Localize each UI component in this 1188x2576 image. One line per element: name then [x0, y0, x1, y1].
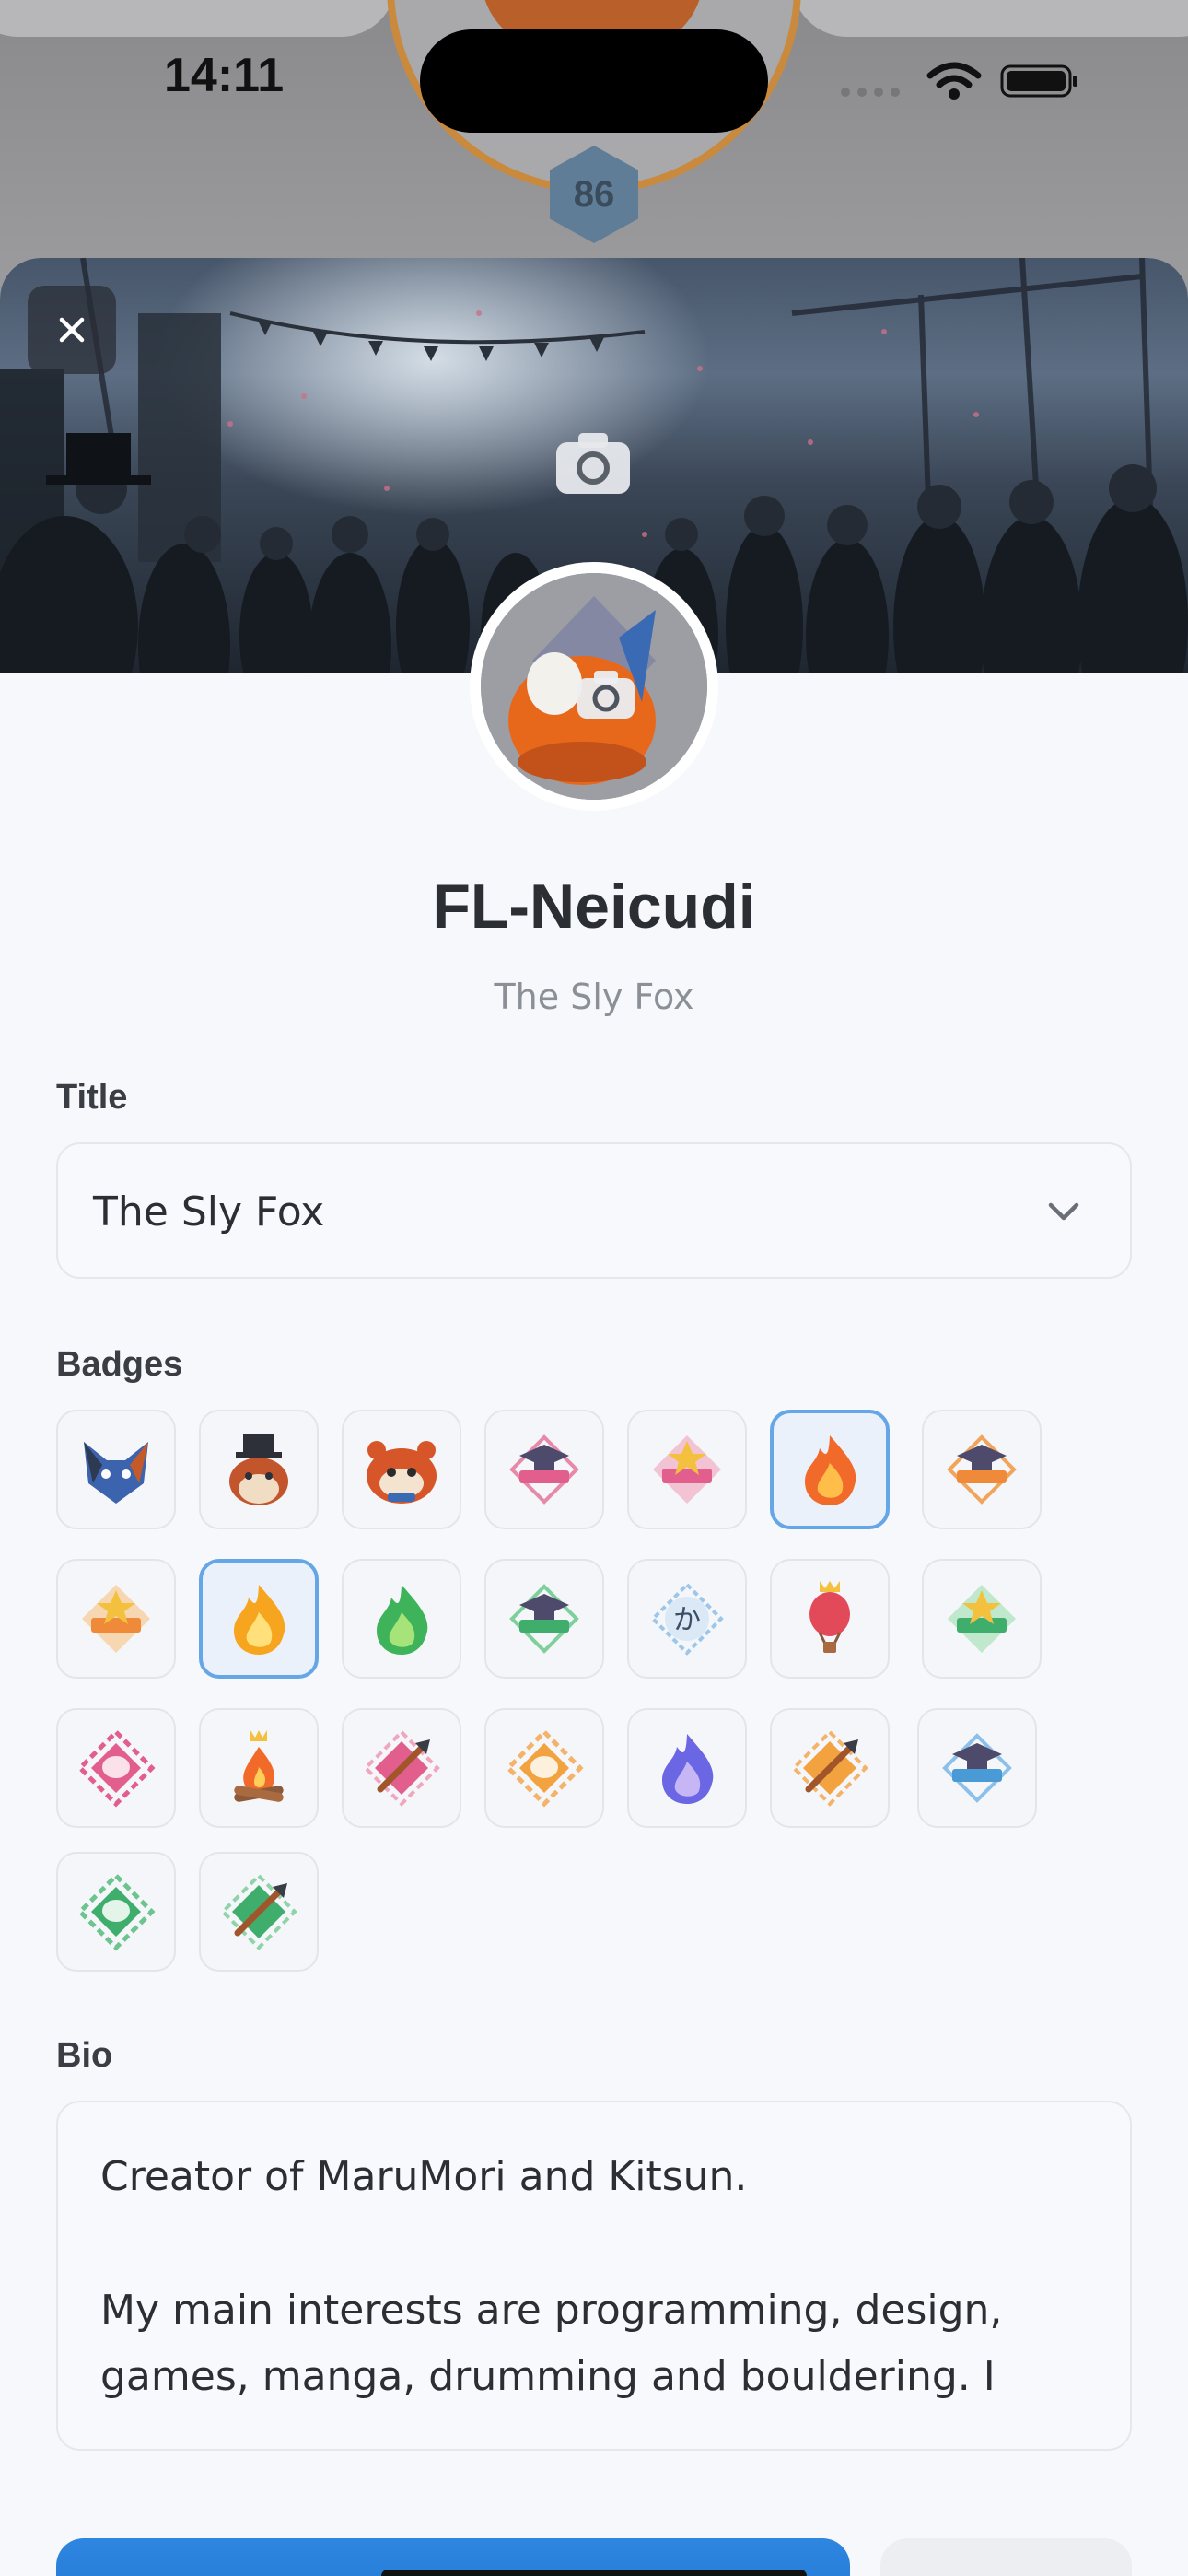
bio-section-label: Bio: [56, 2036, 113, 2075]
status-time: 14:11: [164, 49, 285, 102]
badge-blue-graduation-cap[interactable]: [917, 1708, 1037, 1828]
pink-star-badge-icon: [653, 1435, 721, 1504]
status-icons: [840, 57, 1079, 103]
profile-subtitle: The Sly Fox: [494, 977, 694, 1017]
orange-graduation-cap-badge-icon: [947, 1434, 1017, 1505]
badge-red-panda-top-hat[interactable]: [199, 1410, 319, 1529]
pink-graduation-cap-badge-icon: [509, 1434, 579, 1505]
badge-purple-flame[interactable]: [627, 1708, 747, 1828]
badge-orange-star[interactable]: [56, 1559, 176, 1679]
bio-line: games, manga, drumming and bouldering. I: [100, 2353, 996, 2400]
title-section-label: Title: [56, 1078, 128, 1117]
badge-red-panda[interactable]: [342, 1410, 461, 1529]
home-indicator: [381, 2570, 807, 2576]
cover-camera-icon[interactable]: [556, 431, 630, 494]
badge-orange-graduation-cap[interactable]: [922, 1410, 1042, 1529]
background-card-left: [0, 0, 396, 37]
yellow-flame-badge-icon: [234, 1585, 285, 1655]
badge-yellow-flame[interactable]: [199, 1559, 319, 1679]
bio-line: My main interests are programming, desig…: [100, 2287, 1003, 2334]
orange-speech-bubble-badge-icon: [505, 1728, 584, 1808]
secondary-button[interactable]: [880, 2538, 1132, 2576]
orange-brush-badge-icon: [791, 1729, 868, 1807]
battery-icon: [1000, 64, 1077, 98]
purple-flame-badge-icon: [662, 1734, 714, 1804]
badge-hot-air-balloon[interactable]: [770, 1559, 890, 1679]
cellular-signal-icon: [841, 62, 1077, 100]
username: FL-Neicudi: [432, 872, 756, 942]
blue-graduation-cap-badge-icon: [942, 1733, 1012, 1803]
badge-green-speech-bubble[interactable]: [56, 1852, 176, 1972]
avatar[interactable]: [470, 562, 718, 811]
wifi-icon: [926, 62, 982, 100]
badge-green-star[interactable]: [922, 1559, 1042, 1679]
avatar-camera-icon[interactable]: [577, 669, 635, 719]
blue-fox-mask-badge-icon: [84, 1442, 148, 1504]
green-star-badge-icon: [948, 1585, 1016, 1653]
badge-green-graduation-cap[interactable]: [484, 1559, 604, 1679]
edit-profile-sheet: FL-Neicudi The Sly Fox Title The Sly Fox…: [0, 258, 1188, 2576]
pink-brush-badge-icon: [363, 1729, 440, 1807]
bio-textarea[interactable]: Creator of MaruMori and Kitsun. My main …: [56, 2101, 1132, 2451]
title-select[interactable]: The Sly Fox: [56, 1142, 1132, 1279]
badge-pink-graduation-cap[interactable]: [484, 1410, 604, 1529]
badge-campfire-crown[interactable]: [199, 1708, 319, 1828]
title-select-value: The Sly Fox: [93, 1188, 325, 1235]
avatar-image: [481, 573, 707, 800]
badge-pink-brush[interactable]: [342, 1708, 461, 1828]
orange-star-badge-icon: [82, 1585, 150, 1653]
badge-orange-flame[interactable]: [770, 1410, 890, 1529]
dynamic-island: [420, 29, 768, 133]
green-flame-badge-icon: [377, 1585, 428, 1655]
kana-glyph: か: [673, 1604, 701, 1636]
red-panda-top-hat-badge-icon: [229, 1434, 288, 1505]
pink-speech-bubble-badge-icon: [76, 1728, 156, 1808]
badge-green-brush[interactable]: [199, 1852, 319, 1972]
badge-blue-fox-mask[interactable]: [56, 1410, 176, 1529]
orange-flame-badge-icon: [805, 1435, 856, 1505]
badge-green-flame[interactable]: [342, 1559, 461, 1679]
badge-orange-brush[interactable]: [770, 1708, 890, 1828]
green-brush-badge-icon: [220, 1873, 297, 1950]
badge-pink-speech-bubble[interactable]: [56, 1708, 176, 1828]
badges-section-label: Badges: [56, 1345, 183, 1384]
bio-line: Creator of MaruMori and Kitsun.: [100, 2153, 748, 2200]
close-icon: [59, 317, 85, 343]
green-speech-bubble-badge-icon: [76, 1872, 156, 1951]
hot-air-balloon-badge-icon: [809, 1581, 850, 1653]
badge-orange-speech-bubble[interactable]: [484, 1708, 604, 1828]
green-graduation-cap-badge-icon: [509, 1584, 579, 1654]
close-button[interactable]: [28, 286, 116, 374]
badge-pink-star[interactable]: [627, 1410, 747, 1529]
blue-kana-badge-icon: か: [650, 1582, 724, 1656]
campfire-crown-badge-icon: [234, 1730, 284, 1802]
badges-grid: か: [56, 1410, 1143, 1972]
badge-blue-kana[interactable]: か: [627, 1559, 747, 1679]
red-panda-badge-icon: [367, 1441, 437, 1504]
chevron-down-icon: [1048, 1202, 1079, 1221]
background-card-right: [792, 0, 1188, 37]
